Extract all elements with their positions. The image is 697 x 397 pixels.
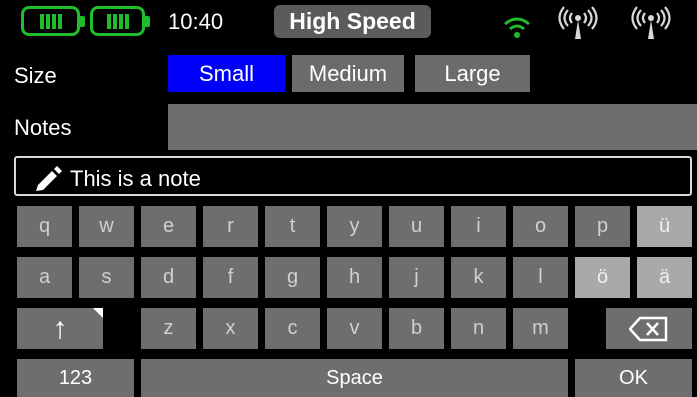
size-option-large[interactable]: Large: [415, 55, 530, 92]
key-f[interactable]: f: [203, 257, 258, 298]
key-c[interactable]: c: [265, 308, 320, 349]
mode-button[interactable]: High Speed: [274, 5, 431, 38]
notes-field[interactable]: [168, 104, 697, 150]
key-o-umlaut[interactable]: ö: [575, 257, 630, 298]
key-o[interactable]: o: [513, 206, 568, 247]
key-d[interactable]: d: [141, 257, 196, 298]
ok-key[interactable]: OK: [575, 359, 692, 397]
key-l[interactable]: l: [513, 257, 568, 298]
key-j[interactable]: j: [389, 257, 444, 298]
clock-time: 10:40: [168, 9, 224, 34]
key-k[interactable]: k: [451, 257, 506, 298]
pencil-icon: [36, 166, 62, 191]
size-label: Size: [14, 63, 57, 88]
notes-label: Notes: [14, 115, 72, 140]
key-g[interactable]: g: [265, 257, 320, 298]
space-key[interactable]: Space: [141, 359, 568, 397]
key-u[interactable]: u: [389, 206, 444, 247]
key-r[interactable]: r: [203, 206, 258, 247]
battery-icon: [21, 6, 85, 36]
key-p[interactable]: p: [575, 206, 630, 247]
key-h[interactable]: h: [327, 257, 382, 298]
numbers-key[interactable]: 123: [17, 359, 134, 397]
key-a[interactable]: a: [17, 257, 72, 298]
size-option-medium[interactable]: Medium: [292, 55, 404, 92]
backspace-key[interactable]: [606, 308, 692, 349]
key-w[interactable]: w: [79, 206, 134, 247]
wifi-icon: [504, 17, 530, 38]
key-n[interactable]: n: [451, 308, 506, 349]
key-s[interactable]: s: [79, 257, 134, 298]
key-m[interactable]: m: [513, 308, 568, 349]
shift-key[interactable]: ↑: [17, 308, 103, 349]
key-b[interactable]: b: [389, 308, 444, 349]
key-q[interactable]: q: [17, 206, 72, 247]
battery-icon: [90, 6, 150, 36]
key-y[interactable]: y: [327, 206, 382, 247]
key-z[interactable]: z: [141, 308, 196, 349]
key-t[interactable]: t: [265, 206, 320, 247]
key-v[interactable]: v: [327, 308, 382, 349]
antenna-icon: [558, 6, 598, 39]
antenna-icon: [631, 6, 671, 39]
size-option-small[interactable]: Small: [168, 55, 285, 92]
note-text: This is a note: [70, 166, 201, 191]
key-e[interactable]: e: [141, 206, 196, 247]
backspace-icon: [628, 316, 668, 342]
key-a-umlaut[interactable]: ä: [637, 257, 692, 298]
key-u-umlaut[interactable]: ü: [637, 206, 692, 247]
shift-arrow-icon: ↑: [52, 312, 68, 345]
key-x[interactable]: x: [203, 308, 258, 349]
key-i[interactable]: i: [451, 206, 506, 247]
